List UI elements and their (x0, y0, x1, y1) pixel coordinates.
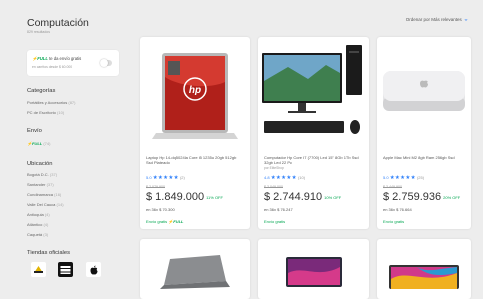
mac-mini-image (383, 71, 465, 111)
apple-logo-icon (90, 265, 97, 274)
product-rating: 5.0 ★★★★★ (2) (146, 175, 185, 181)
full-toggle[interactable] (100, 59, 112, 67)
full-badge: ⚡FULL (168, 219, 184, 224)
product-price: $ 2.744.910 10% OFF (264, 191, 342, 203)
store-logo-2-icon (59, 263, 72, 276)
product-rating: 5.0 ★★★★★ (25) (383, 175, 425, 181)
full-badge: ⚡FULL (32, 56, 48, 61)
product-image[interactable] (377, 37, 471, 147)
location-filter-item[interactable]: Antioquia (4) (27, 212, 50, 217)
original-price: $ 2.079.900 (146, 185, 165, 189)
laptop-image (389, 265, 459, 289)
shipping-title: Envío (27, 128, 42, 134)
seller-label[interactable]: por EliteShop (264, 166, 284, 170)
installments: en 36x $ 76.664 (383, 207, 412, 212)
toggle-knob (100, 59, 108, 67)
free-shipping-label: Envío gratis (264, 219, 286, 224)
chevron-down-icon (464, 18, 468, 21)
laptop-image: hp (152, 53, 238, 139)
results-count: 829 resultados (27, 30, 50, 34)
official-stores-title: Tiendas oficiales (27, 250, 70, 256)
category-filter-item[interactable]: Portátiles y Accesorios (87) (27, 100, 76, 105)
product-card[interactable] (140, 239, 250, 299)
product-image[interactable] (258, 37, 369, 147)
discount-badge: 11% OFF (206, 194, 223, 200)
desktop-pc-image (262, 45, 362, 134)
store-logo-2[interactable] (58, 262, 73, 277)
original-price: $ 3.449.900 (383, 185, 402, 189)
rating-stars-icon: ★★★★★ (389, 175, 416, 181)
product-price: $ 2.759.936 20% OFF (383, 191, 461, 203)
rating-stars-icon: ★★★★★ (270, 175, 297, 181)
original-price: $ 3.049.000 (264, 185, 283, 189)
location-filter-item[interactable]: Atlántico (4) (27, 222, 48, 227)
location-filter-item[interactable]: Santander (37) (27, 182, 54, 187)
category-filter-item[interactable]: PC de Escritorio (10) (27, 110, 64, 115)
laptop-image (160, 255, 230, 289)
location-filter-item[interactable]: Valle Del Cauca (14) (27, 202, 64, 207)
rating-stars-icon: ★★★★★ (152, 175, 179, 181)
svg-text:hp: hp (189, 85, 201, 96)
product-rating: 4.8 ★★★★★ (10) (264, 175, 306, 181)
location-title: Ubicación (27, 161, 53, 167)
sort-label: Ordenar por Más relevantes (405, 17, 462, 22)
product-title[interactable]: Laptop Hp 14-dq5024la Core i5 1235u 20gb… (146, 155, 244, 165)
discount-badge: 10% OFF (324, 194, 342, 200)
full-shipping-filter[interactable]: ⚡FULL te da envío gratis en carritos des… (27, 50, 119, 76)
free-shipping-label: Envío gratis ⚡FULL (146, 219, 184, 224)
product-title[interactable]: Apple Mac Mini M2 8gb Ram 256gb Ssd (383, 155, 465, 160)
discount-badge: 20% OFF (443, 194, 461, 200)
location-filter-item[interactable]: Bogotá D.C. (37) (27, 172, 57, 177)
shipping-filter-full[interactable]: ⚡FULL (74) (27, 141, 50, 146)
product-price: $ 1.849.000 11% OFF (146, 191, 223, 203)
store-logo-1[interactable] (31, 262, 46, 277)
product-card[interactable]: hp Laptop Hp 14-dq5024la Core i5 1235u 2… (140, 37, 250, 229)
product-card[interactable]: Computador Hp Core I7 (7700) Led 15" 8Gb… (258, 37, 369, 229)
location-filter-item[interactable]: Cundinamarca (16) (27, 192, 61, 197)
full-sublabel: en carritos desde $ 60.000 (32, 65, 73, 69)
free-shipping-label: Envío gratis (383, 219, 405, 224)
product-image[interactable]: hp (140, 37, 250, 147)
product-title[interactable]: Computador Hp Core I7 (7700) Led 15" 8Gb… (264, 155, 363, 165)
product-card[interactable]: Apple Mac Mini M2 8gb Ram 256gb Ssd 5.0 … (377, 37, 471, 229)
page-title: Computación (27, 17, 89, 29)
product-card[interactable] (258, 239, 369, 299)
full-label: te da envío gratis (47, 56, 82, 61)
laptop-image (286, 257, 342, 287)
apple-store-logo[interactable] (86, 262, 101, 277)
sort-dropdown[interactable]: Ordenar por Más relevantes (406, 17, 468, 22)
categories-title: Categorías (27, 88, 56, 94)
product-card[interactable] (377, 239, 471, 299)
installments: en 36x $ 70.300 (146, 207, 175, 212)
installments: en 36x $ 76.247 (264, 207, 293, 212)
location-filter-item[interactable]: Caquetá (3) (27, 232, 48, 237)
store-logo-1-icon (33, 265, 44, 274)
